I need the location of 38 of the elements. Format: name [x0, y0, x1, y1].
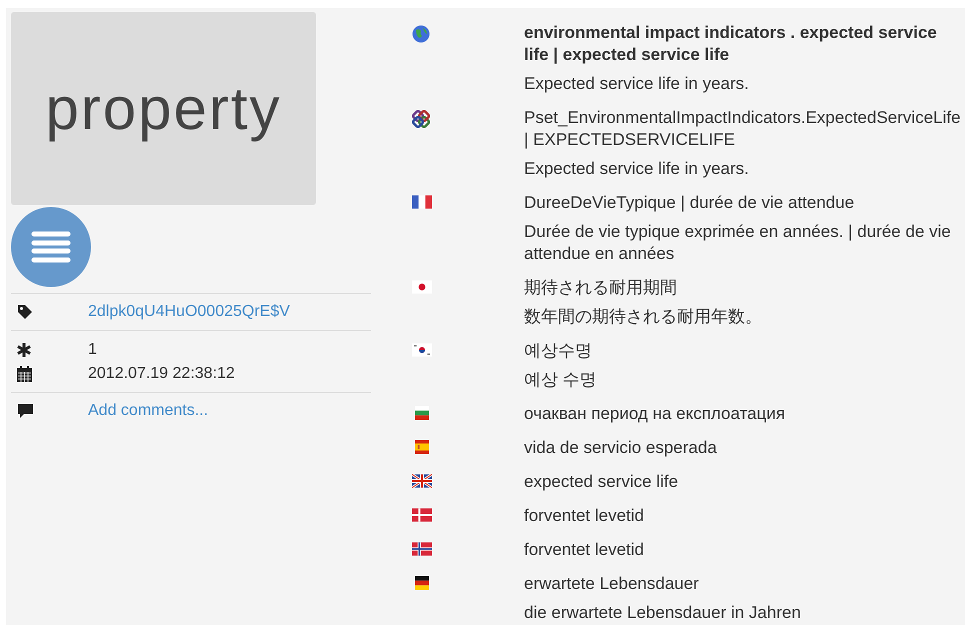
term-name: environmental impact indicators . expected service life | expected service life: [524, 22, 938, 66]
term-description: 数年間の期待される耐用年数。: [524, 306, 763, 328]
term-description: die erwartete Lebensdauer in Jahren: [524, 602, 802, 624]
flag-icon: [412, 195, 432, 209]
calendar-icon: [17, 366, 32, 382]
term-name: expected service life: [524, 471, 680, 493]
term-description: 예상 수명: [524, 369, 598, 391]
menu-icon: [31, 230, 71, 264]
flag-icon: [412, 576, 432, 590]
version-text: 1: [88, 340, 97, 360]
flag-icon: [412, 474, 432, 488]
term-name: 예상수명: [524, 340, 593, 362]
thumbnail-label: property: [45, 74, 282, 144]
date-text: 2012.07.19 22:38:12: [88, 364, 235, 384]
term-description: Expected service life in years.: [524, 158, 750, 180]
interlocked-links-icon: [412, 110, 430, 128]
flag-icon: [412, 343, 432, 357]
flag-icon: [412, 508, 432, 522]
term-description: Durée de vie typique exprimée en années. | durée de vie attendue en années: [524, 221, 952, 265]
globe-icon: [412, 25, 430, 43]
term-name: forventet levetid: [524, 505, 646, 527]
asterisk-icon: [17, 342, 31, 356]
term-name: forventet levetid: [524, 539, 646, 561]
flag-icon: [412, 440, 432, 454]
term-description: Expected service life in years.: [524, 73, 750, 95]
flag-icon: [412, 280, 432, 294]
term-name: erwartete Lebensdauer: [524, 573, 700, 595]
term-name: vida de servicio esperada: [524, 437, 718, 459]
flag-icon: [412, 542, 432, 556]
term-name: очакван период на експлоатация: [524, 403, 786, 425]
tag-icon: [17, 304, 33, 320]
guid-link[interactable]: 2dlpk0qU4HuO00025QrE$V: [88, 300, 290, 324]
term-name: DureeDeVieTypique | durée de vie attendue: [524, 192, 856, 214]
flag-icon: [412, 406, 432, 420]
term-name: Pset_EnvironmentalImpactIndicators.ExpectedServiceLife | EXPECTEDSERVICELIFE: [524, 107, 962, 151]
term-name: 期待される耐用期間: [524, 277, 678, 299]
comment-icon: [17, 402, 34, 418]
add-comments-link[interactable]: Add comments...: [88, 398, 208, 422]
